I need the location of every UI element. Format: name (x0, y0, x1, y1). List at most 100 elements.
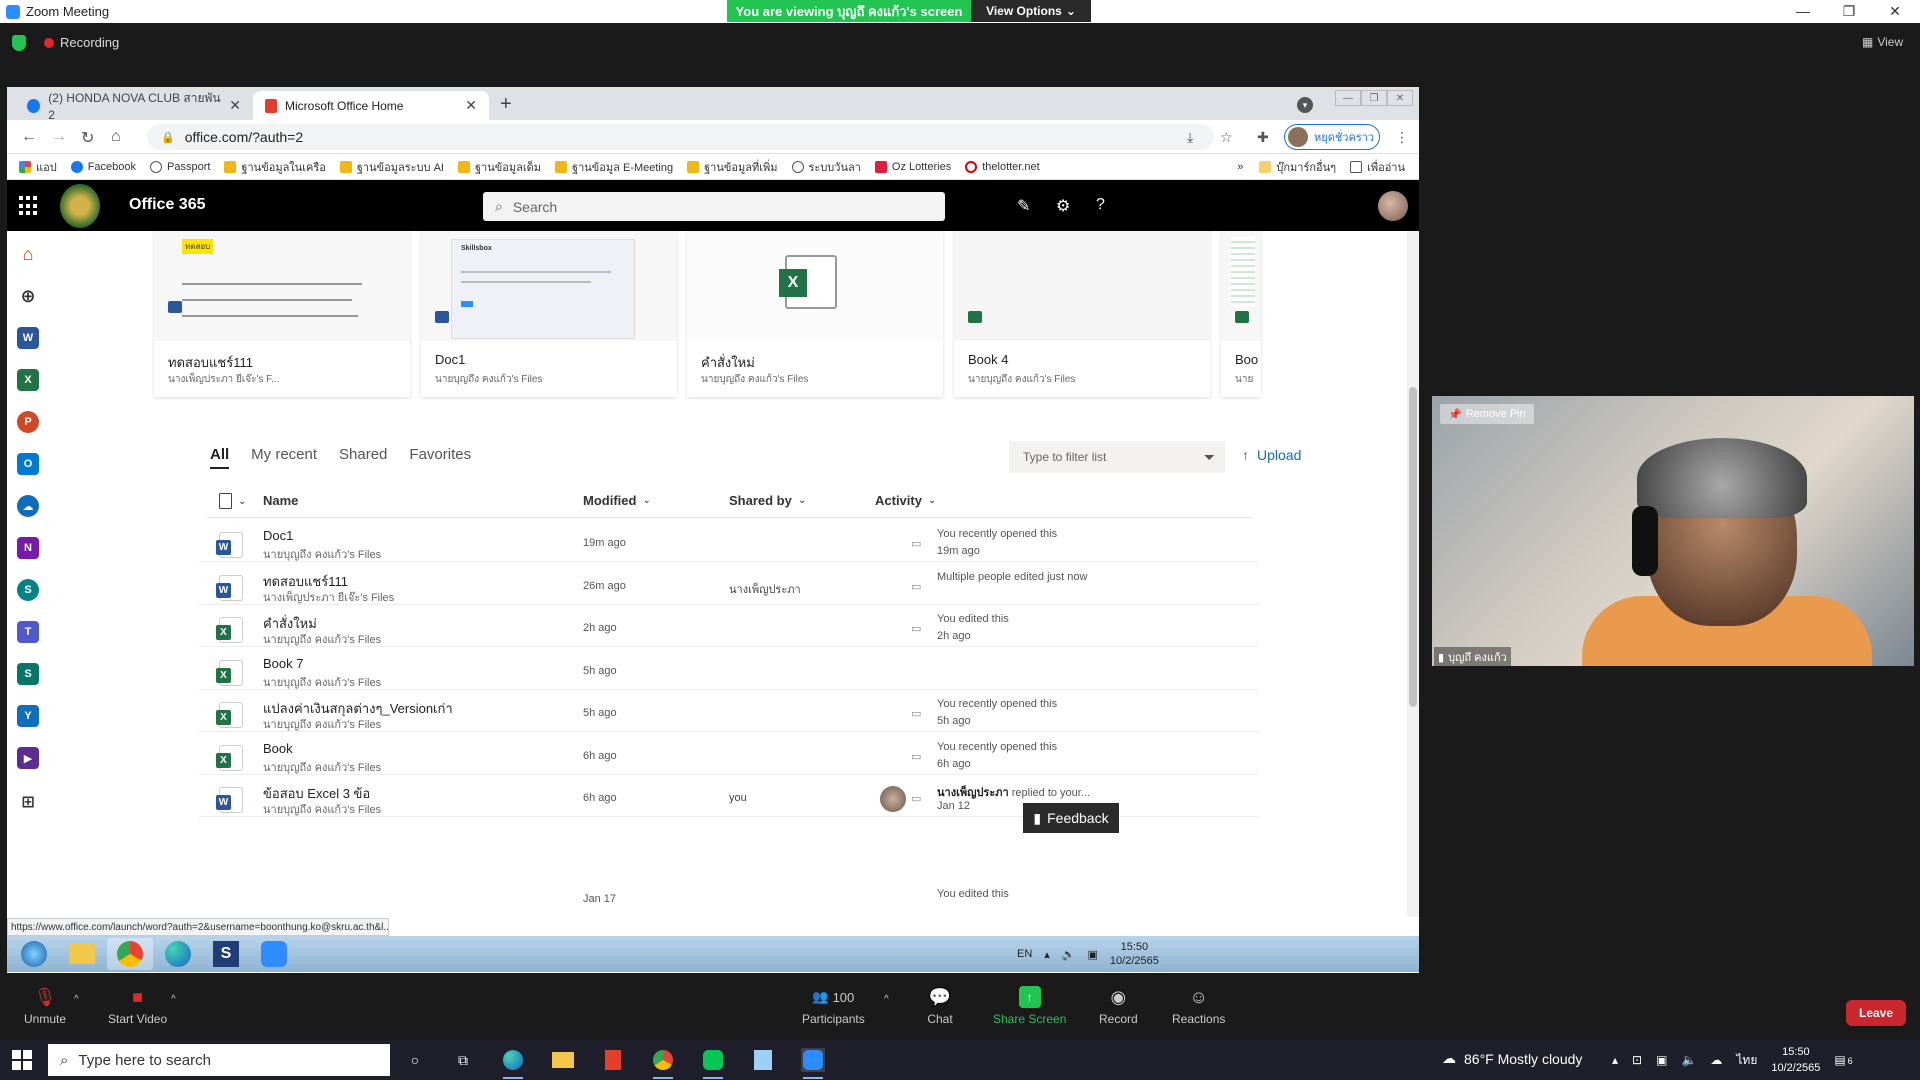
network-icon[interactable]: ▣ (1656, 1053, 1667, 1067)
file-name[interactable]: Book (263, 741, 293, 756)
remove-pin-button[interactable]: 📌 Remove Pin (1440, 404, 1534, 424)
cortana-icon[interactable]: ○ (403, 1048, 427, 1072)
powerpoint-icon[interactable]: P (17, 411, 39, 433)
new-tab-button[interactable]: + (500, 93, 512, 116)
tab-search-icon[interactable]: ▾ (1297, 97, 1313, 113)
reactions-button[interactable]: ☺ Reactions (1172, 986, 1225, 1027)
scrollbar-thumb[interactable] (1409, 387, 1417, 707)
file-row[interactable]: W ทดสอบแชร์111 นางเพ็ญประภา ยีเจ๊ะ's Files… (199, 562, 1259, 605)
tab-honda-nova-club[interactable]: (2) HONDA NOVA CLUB สายพัน 2 ✕ (15, 91, 253, 122)
reload-icon[interactable]: ↻ (81, 128, 94, 148)
recording-indicator[interactable]: Recording (44, 35, 119, 50)
tab-all[interactable]: All (210, 446, 230, 469)
file-name[interactable]: Doc1 (263, 528, 293, 543)
windows-search-input[interactable]: ⌕ Type here to search (48, 1044, 390, 1076)
install-icon[interactable]: ⤓ (1187, 129, 1193, 146)
participants-options-icon[interactable]: ^ (884, 994, 889, 1005)
bookmark-thelotter[interactable]: thelotter.net (965, 160, 1040, 173)
chrome-icon[interactable] (651, 1048, 675, 1079)
file-type-column-header[interactable]: ⌄ (219, 493, 246, 509)
filter-funnel-icon[interactable]: ⏷ (1204, 449, 1215, 466)
bookmarks-overflow-icon[interactable]: » (1237, 161, 1243, 173)
edge-icon[interactable] (155, 938, 201, 970)
excel-icon[interactable]: X (17, 369, 39, 391)
volume-icon[interactable]: 🔈 (1062, 948, 1076, 961)
star-icon[interactable]: ☆ (1220, 129, 1233, 146)
file-row[interactable]: X Book นายบุญถึง คงแก้ว's Files 6h ago ▭ You … (199, 732, 1259, 775)
share-screen-button[interactable]: ↑ Share Screen (993, 986, 1066, 1026)
notepad-icon[interactable] (751, 1048, 775, 1072)
teams-icon[interactable]: T (17, 621, 39, 643)
bookmark-item[interactable]: ฐานข้อมูล E-Meeting (555, 158, 673, 176)
zoom-taskbar-icon[interactable] (801, 1048, 825, 1079)
home-icon[interactable]: ⌂ (17, 243, 39, 265)
more-menu-icon[interactable]: ⋮ (1395, 129, 1409, 146)
network-icon[interactable]: ▣ (1088, 948, 1098, 961)
onedrive-icon[interactable]: ☁ (17, 495, 39, 517)
line-icon[interactable] (701, 1048, 725, 1079)
close-tab-icon[interactable]: ✕ (465, 97, 477, 114)
view-button[interactable]: ▦ View (1862, 35, 1903, 49)
tray-expand-icon[interactable]: ▴ (1612, 1053, 1618, 1067)
recent-card[interactable]: Boo นาย (1221, 231, 1261, 397)
bookmark-oz-lotteries[interactable]: Oz Lotteries (874, 160, 951, 173)
view-options-button[interactable]: View Options ⌄ (971, 0, 1091, 22)
recent-card[interactable]: X คำสั่งใหม่ นายบุญถึง คงแก้ว's Files (687, 231, 943, 397)
onedrive-icon[interactable]: ☁ (1710, 1053, 1722, 1067)
explorer-icon[interactable] (59, 938, 105, 970)
task-view-icon[interactable]: ⧉ (451, 1048, 475, 1072)
outlook-icon[interactable]: O (17, 453, 39, 475)
tab-my-recent[interactable]: My recent (251, 446, 317, 469)
browser-close-button[interactable]: ✕ (1387, 90, 1413, 106)
chrome-icon[interactable] (107, 938, 153, 970)
create-icon[interactable]: ⊕ (17, 285, 39, 307)
shield-icon[interactable] (12, 35, 26, 51)
participant-video[interactable]: 📌 Remove Pin ▮ บุญถึ คงแก้ว (1432, 396, 1914, 666)
unmute-button[interactable]: 🎙 Unmute (24, 986, 66, 1027)
stream-icon[interactable]: ▶ (17, 747, 39, 769)
windows-start-icon[interactable] (12, 1050, 32, 1070)
bookmark-item[interactable]: ฐานข้อมูลระบบ AI (339, 158, 444, 176)
filter-list-input[interactable]: Type to filter list ⏷ (1009, 441, 1225, 473)
sway-icon[interactable]: S (17, 663, 39, 685)
zoom-app-icon[interactable] (251, 938, 297, 970)
word-icon[interactable]: W (17, 327, 39, 349)
video-options-icon[interactable]: ^ (171, 994, 176, 1005)
bookmark-other[interactable]: บุ๊กมาร์กอื่นๆ (1259, 158, 1336, 176)
file-row[interactable]: X แปลงค่าเงินสกุลต่างๆ_Versionเก่า นายบุญถ… (199, 689, 1259, 732)
weather-widget[interactable]: ☁ 86°F Mostly cloudy (1442, 1050, 1582, 1067)
yammer-icon[interactable]: Y (17, 705, 39, 727)
participants-button[interactable]: 👥 100 Participants (802, 986, 865, 1026)
language-indicator[interactable]: EN (1017, 948, 1032, 960)
feedback-button[interactable]: ▮ Feedback (1023, 803, 1119, 833)
meet-now-icon[interactable]: ⊡ (1632, 1053, 1642, 1067)
language-indicator[interactable]: ไทย (1736, 1051, 1757, 1070)
back-arrow-icon[interactable]: ← (21, 128, 37, 146)
close-button[interactable]: ✕ (1872, 0, 1918, 22)
onenote-icon[interactable]: N (17, 537, 39, 559)
help-icon[interactable]: ? (1096, 196, 1105, 214)
office-title[interactable]: Office 365 (129, 196, 205, 214)
bookmark-reading-list[interactable]: เพื่ออ่าน (1350, 158, 1405, 176)
tray-expand-icon[interactable]: ▴ (1044, 948, 1050, 961)
sharepoint-icon[interactable]: S (17, 579, 39, 601)
account-avatar[interactable] (1378, 191, 1408, 221)
home-icon[interactable]: ⌂ (111, 128, 121, 146)
tab-shared[interactable]: Shared (339, 446, 387, 469)
profile-button[interactable]: หยุดชั่วคราว (1284, 124, 1380, 150)
tab-office-home[interactable]: Microsoft Office Home ✕ (253, 91, 489, 120)
my-day-icon[interactable]: ✎ (1017, 196, 1030, 216)
minimize-button[interactable]: — (1780, 0, 1826, 22)
remote-clock[interactable]: 15:50 10/2/2565 (1110, 940, 1159, 968)
activity-column-header[interactable]: Activity ⌄ (875, 493, 936, 508)
windows-clock[interactable]: 15:50 10/2/2565 (1771, 1044, 1820, 1076)
audio-options-icon[interactable]: ^ (74, 994, 79, 1005)
remote-start-button[interactable] (11, 938, 57, 970)
recent-card[interactable]: Book 4 นายบุญถึง คงแก้ว's Files (954, 231, 1210, 397)
browser-restore-button[interactable]: ❐ (1361, 90, 1387, 106)
forward-arrow-icon[interactable]: → (51, 128, 67, 146)
all-apps-icon[interactable]: ⊞ (17, 791, 39, 813)
close-tab-icon[interactable]: ✕ (229, 97, 241, 114)
leave-button[interactable]: Leave (1846, 1000, 1906, 1026)
office-app-icon[interactable] (601, 1048, 625, 1072)
